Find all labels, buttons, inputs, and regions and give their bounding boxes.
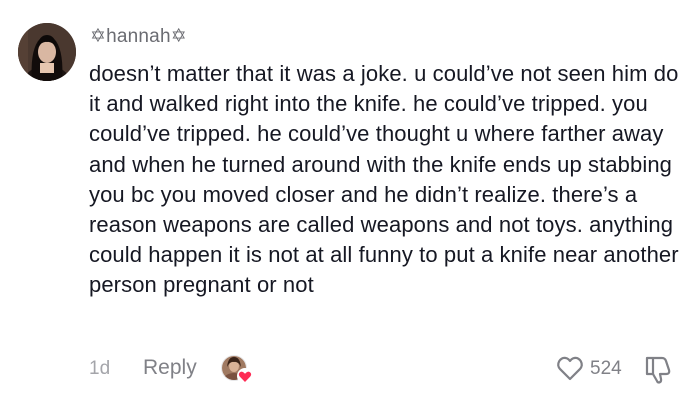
- thumbs-down-icon: [645, 356, 671, 384]
- avatar-image: [18, 23, 76, 81]
- like-button[interactable]: [555, 353, 585, 383]
- comment-item: ✡hannah✡ doesn’t matter that it was a jo…: [0, 0, 700, 406]
- comment-time: 1d: [89, 358, 111, 379]
- like-count: 524: [590, 358, 622, 379]
- comment-username[interactable]: ✡hannah✡: [90, 24, 187, 50]
- user-avatar[interactable]: [18, 23, 76, 81]
- creator-liked-badge[interactable]: [220, 353, 256, 387]
- dislike-button[interactable]: [643, 353, 673, 385]
- comment-text: doesn’t matter that it was a joke. u cou…: [89, 61, 679, 298]
- comment-footer: 1d Reply 524: [0, 350, 700, 390]
- creator-liked-avatar-icon: [221, 355, 253, 384]
- heart-outline-icon: [557, 356, 583, 381]
- reply-button[interactable]: Reply: [143, 356, 197, 380]
